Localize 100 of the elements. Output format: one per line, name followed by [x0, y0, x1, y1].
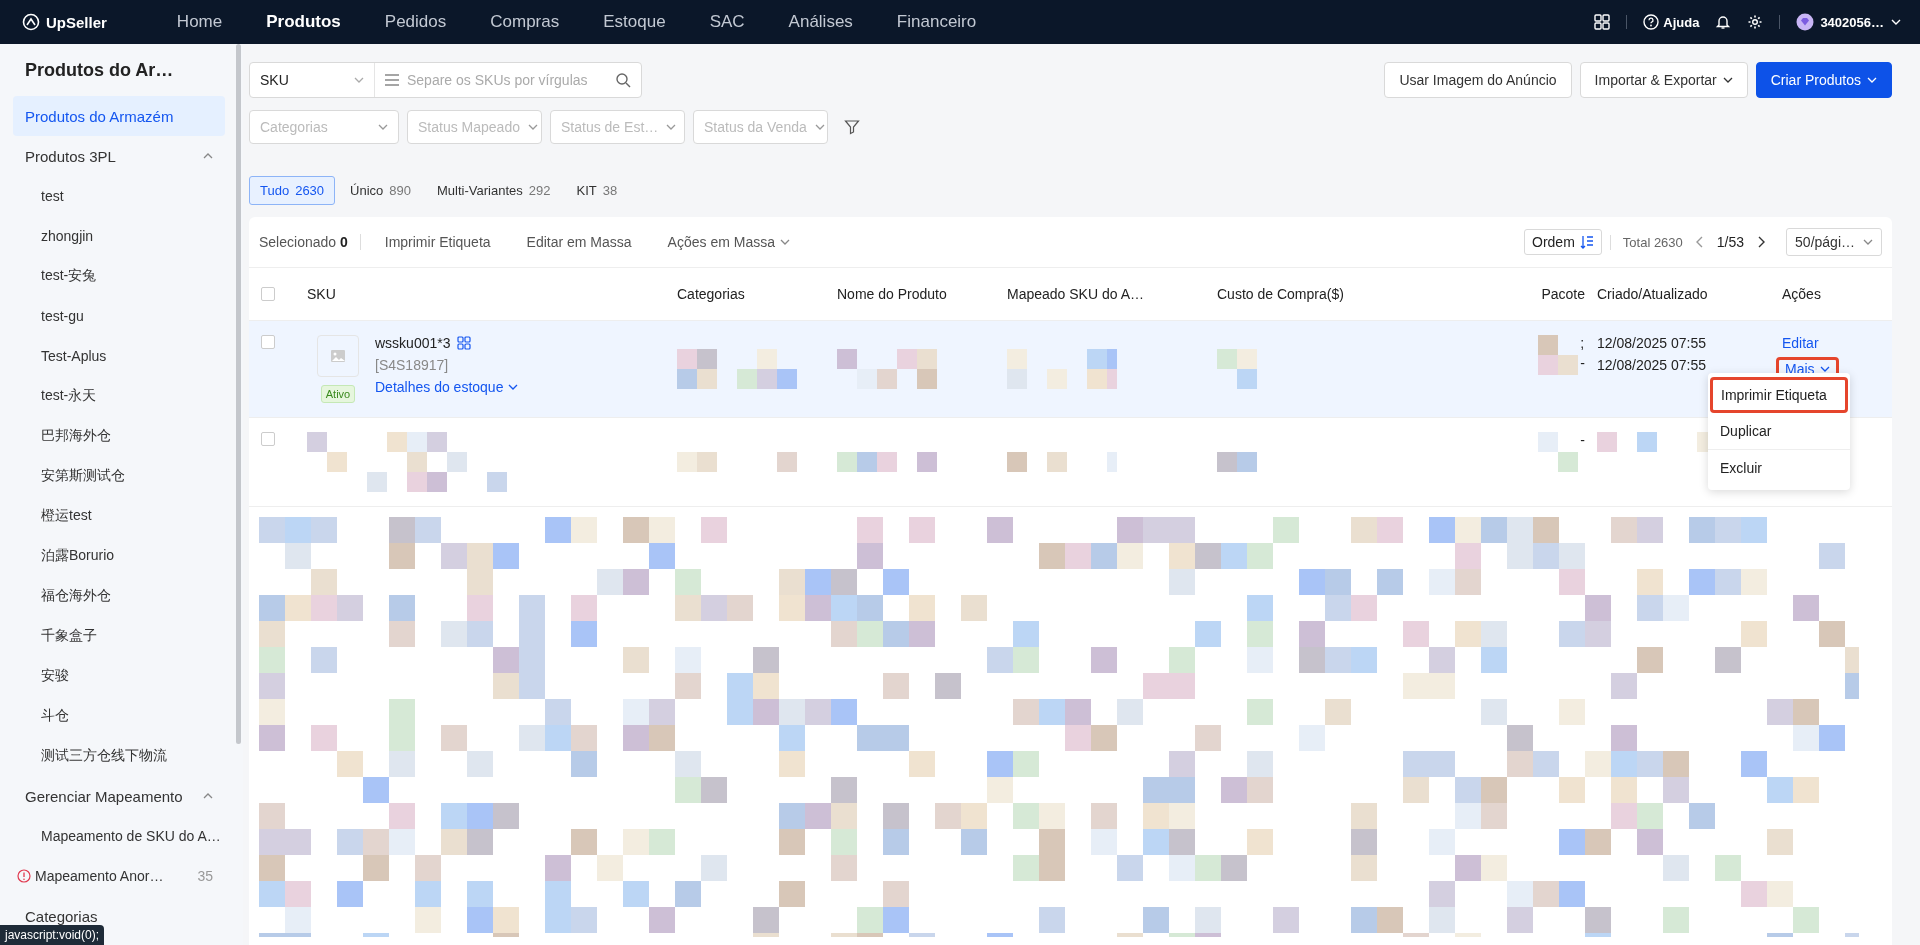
package-value: -	[1580, 432, 1585, 448]
apps-icon[interactable]	[1594, 14, 1611, 30]
category-tab[interactable]: Multi-Variantes 292	[426, 176, 562, 205]
status-url-text: javascript:void(0);	[5, 928, 100, 942]
column-header: Mapeado SKU do A…	[1007, 286, 1144, 302]
next-page-icon[interactable]	[1756, 236, 1767, 248]
sidebar-item[interactable]: test-gu	[13, 296, 225, 336]
chevron-icon[interactable]	[203, 791, 213, 801]
category-tab[interactable]: KIT 38	[565, 176, 629, 205]
sidebar-item[interactable]: Mapeamento Anor… 35	[13, 856, 225, 896]
help-icon	[1643, 14, 1660, 30]
sidebar-item[interactable]: 安骏	[13, 656, 225, 696]
nav-tab[interactable]: Produtos	[244, 12, 363, 32]
column-header: Categorias	[677, 286, 745, 302]
sidebar-item[interactable]: Mapeamento de SKU do A…	[13, 816, 225, 856]
column-header: Pacote	[1541, 286, 1585, 302]
search-icon[interactable]	[615, 72, 631, 88]
pixelated-drawing	[1217, 349, 1257, 389]
caret-icon	[1722, 75, 1733, 85]
nav-tab[interactable]: Análises	[766, 12, 875, 32]
date-text: 12/08/2025 07:55	[1597, 357, 1707, 373]
column-header: Ações	[1782, 286, 1821, 302]
sidebar-item[interactable]: 安第斯测试仓	[13, 456, 225, 496]
sidebar-item[interactable]: Gerenciar Mapeamento	[13, 776, 225, 816]
nav-tab[interactable]: Compras	[468, 12, 582, 32]
caret-icon	[527, 122, 538, 132]
pixelated-drawing	[1538, 335, 1579, 375]
status-tag: Ativo	[320, 385, 356, 403]
menu-item[interactable]: Imprimir Etiqueta	[1710, 377, 1848, 413]
toolbar-button[interactable]: Ações em Massa	[649, 234, 808, 250]
sidebar-item[interactable]: 斗仓	[13, 696, 225, 736]
settings-icon[interactable]	[1747, 14, 1764, 30]
sidebar-item[interactable]: test-永天	[13, 376, 225, 416]
sort-icon	[1579, 235, 1594, 249]
caret-icon	[666, 122, 677, 132]
brand-logo-text[interactable]: UpSeller	[46, 13, 107, 31]
sidebar-item[interactable]: Test-Aplus	[13, 336, 225, 376]
caret-icon	[814, 122, 825, 132]
chevron-icon[interactable]	[203, 151, 213, 161]
notification-bell-icon[interactable]	[1715, 14, 1732, 30]
caret-icon	[1819, 364, 1830, 374]
package-value: ;	[1580, 335, 1585, 351]
caret-icon	[1863, 237, 1873, 247]
use-image-button[interactable]: Usar Imagem do Anúncio	[1384, 62, 1572, 98]
sidebar-item[interactable]: zhongjin	[13, 216, 225, 256]
search-type-select[interactable]: SKU	[250, 63, 375, 97]
category-tab[interactable]: Único 890	[339, 176, 423, 205]
edit-link[interactable]: Editar	[1782, 335, 1819, 351]
sidebar-item[interactable]: Produtos do Armazém	[13, 96, 225, 136]
sku-code: [S4S18917]	[375, 357, 450, 373]
caret-icon	[780, 237, 790, 247]
page-size-select[interactable]: 50/pági…	[1786, 228, 1882, 256]
sidebar-item[interactable]: test-安兔	[13, 256, 225, 296]
stock-details-link[interactable]: Detalhes do estoque	[375, 379, 519, 395]
variants-icon[interactable]	[456, 336, 471, 350]
category-tab[interactable]: Tudo 2630	[249, 176, 336, 205]
sidebar-item[interactable]: 橙运test	[13, 496, 225, 536]
sort-button[interactable]: Ordem	[1524, 229, 1602, 255]
sidebar-item[interactable]: 福仓海外仓	[13, 576, 225, 616]
filter-icon[interactable]	[844, 119, 860, 135]
search-field[interactable]: SKU Separe os SKUs por vírgulas	[249, 62, 642, 98]
toolbar-button[interactable]: Imprimir Etiqueta	[366, 234, 509, 250]
date-text: 12/08/2025 07:55	[1597, 335, 1707, 351]
item-count: 35	[197, 868, 213, 884]
logo-icon	[22, 13, 40, 31]
package-value: -	[1580, 355, 1585, 371]
nav-tab[interactable]: Pedidos	[362, 12, 469, 32]
page-indicator: 1/53	[1716, 234, 1745, 250]
help-link[interactable]: Ajuda	[1643, 14, 1700, 30]
sidebar-item[interactable]: Produtos 3PL	[13, 136, 225, 176]
sidebar-item[interactable]: 巴邦海外仓	[13, 416, 225, 456]
selected-count-label: Selecionado 0	[259, 234, 361, 250]
nav-tab[interactable]: Financeiro	[874, 12, 999, 32]
pixelated-drawing	[1538, 432, 1579, 472]
pixelated-drawing	[1217, 452, 1257, 472]
diamond-avatar-icon	[1796, 13, 1815, 31]
row-checkbox[interactable]	[261, 432, 275, 446]
menu-item[interactable]: Duplicar	[1708, 413, 1850, 449]
sidebar-item[interactable]: test	[13, 176, 225, 216]
column-header: Nome do Produto	[837, 286, 947, 302]
nav-tab[interactable]: Estoque	[581, 12, 688, 32]
sidebar-item[interactable]: 测试三方仓线下物流	[13, 736, 225, 776]
sidebar-item[interactable]: 泊露Borurio	[13, 536, 225, 576]
menu-item[interactable]: Excluir	[1708, 449, 1850, 486]
nav-tab[interactable]: Home	[154, 12, 245, 32]
nav-tab[interactable]: SAC	[687, 12, 767, 32]
create-button[interactable]: Criar Produtos	[1755, 62, 1892, 98]
caret-icon	[508, 382, 519, 392]
sidebar-item[interactable]: 千象盒子	[13, 616, 225, 656]
column-header: SKU	[307, 286, 336, 302]
toolbar-button[interactable]: Editar em Massa	[508, 234, 650, 250]
row-checkbox[interactable]	[261, 335, 275, 349]
caret-icon	[1867, 75, 1877, 85]
previous-page-icon[interactable]	[1694, 236, 1705, 248]
column-header: Criado/Atualizado	[1597, 286, 1708, 302]
account-menu[interactable]: 3402056…	[1796, 13, 1902, 31]
list-icon	[385, 74, 399, 86]
import-export-button[interactable]: Importar & Exportar	[1579, 62, 1748, 98]
caret-icon	[378, 122, 388, 132]
select-all-checkbox[interactable]	[261, 287, 275, 301]
